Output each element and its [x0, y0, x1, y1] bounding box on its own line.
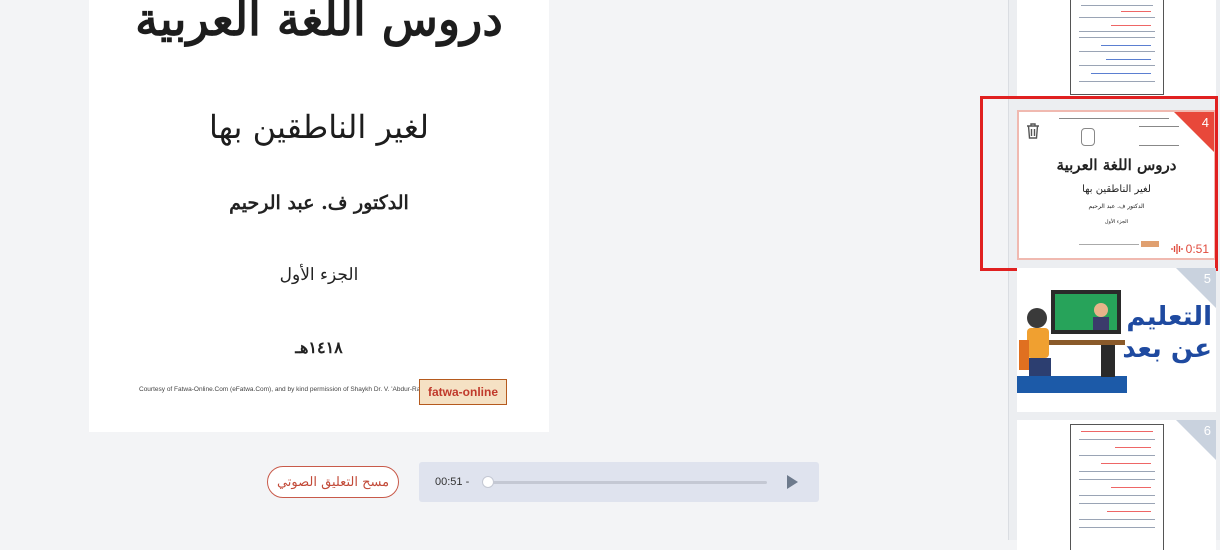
- audio-seek-handle[interactable]: [482, 476, 494, 488]
- logo-text: fatwa-online: [427, 385, 498, 399]
- slide-thumbnail[interactable]: 6: [1017, 420, 1216, 550]
- document-year: ١٤١٨هـ: [295, 338, 343, 357]
- slides-sidebar: 4 دروس اللغة العربية لغير الناطقين بها ا…: [980, 0, 1220, 550]
- audio-progress-track[interactable]: [487, 481, 767, 484]
- document-author: الدكتور ف. عبد الرحيم: [229, 192, 409, 214]
- document-title: دروس اللغة العربية: [135, 0, 503, 46]
- mini-document-page: [1070, 424, 1164, 550]
- play-icon[interactable]: [787, 475, 798, 489]
- selection-highlight: [980, 96, 1218, 271]
- student-at-computer-illustration: [1017, 290, 1127, 393]
- document-subtitle: لغير الناطقين بها: [209, 108, 429, 146]
- slide-thumbnail[interactable]: [1017, 0, 1216, 96]
- slide-preview: دروس اللغة العربية لغير الناطقين بها الد…: [89, 0, 549, 432]
- fatwa-online-logo: fatwa-online: [419, 379, 507, 405]
- slide-number: 5: [1203, 271, 1211, 286]
- clear-audio-comment-button[interactable]: مسح التعليق الصوتي: [267, 466, 399, 498]
- slide-number: 6: [1203, 423, 1211, 438]
- slide-thumbnail[interactable]: التعليم عن بعد 5: [1017, 268, 1216, 412]
- banner-line-2: عن بعد: [1122, 334, 1212, 364]
- mini-document-page: [1070, 0, 1164, 95]
- editor-main-area: دروس اللغة العربية لغير الناطقين بها الد…: [0, 0, 1008, 540]
- audio-time: 00:51 -: [435, 476, 470, 488]
- document-credit: Courtesy of Fatwa-Online.Com (eFatwa.Com…: [139, 386, 437, 393]
- document-part: الجزء الأول: [279, 265, 359, 285]
- audio-player: 00:51 -: [419, 462, 819, 502]
